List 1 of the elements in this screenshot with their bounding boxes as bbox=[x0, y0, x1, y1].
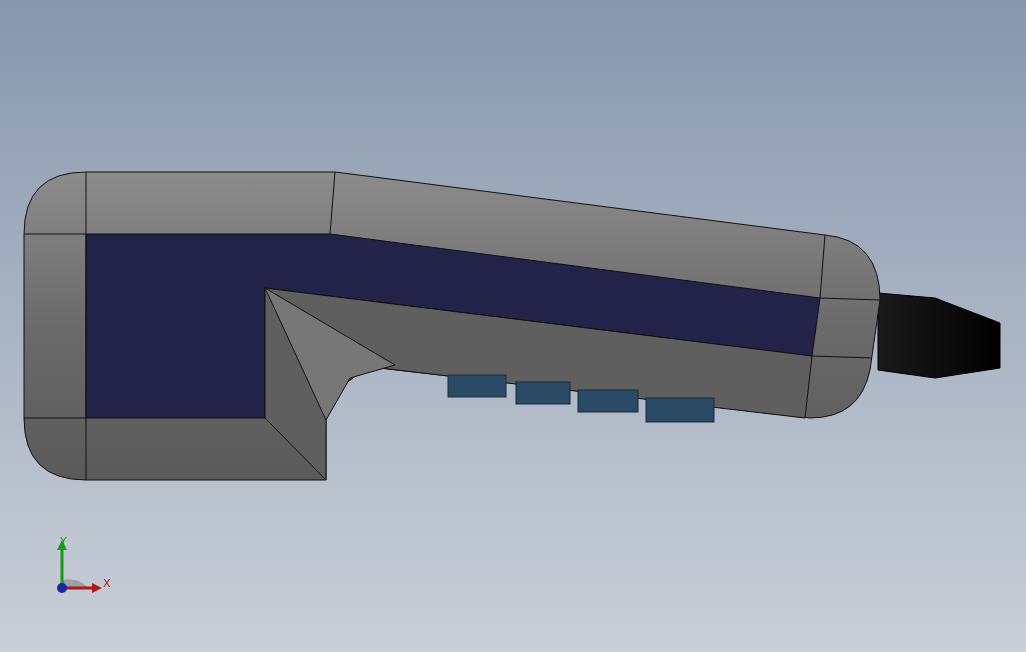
x-axis-label: X bbox=[103, 577, 111, 590]
